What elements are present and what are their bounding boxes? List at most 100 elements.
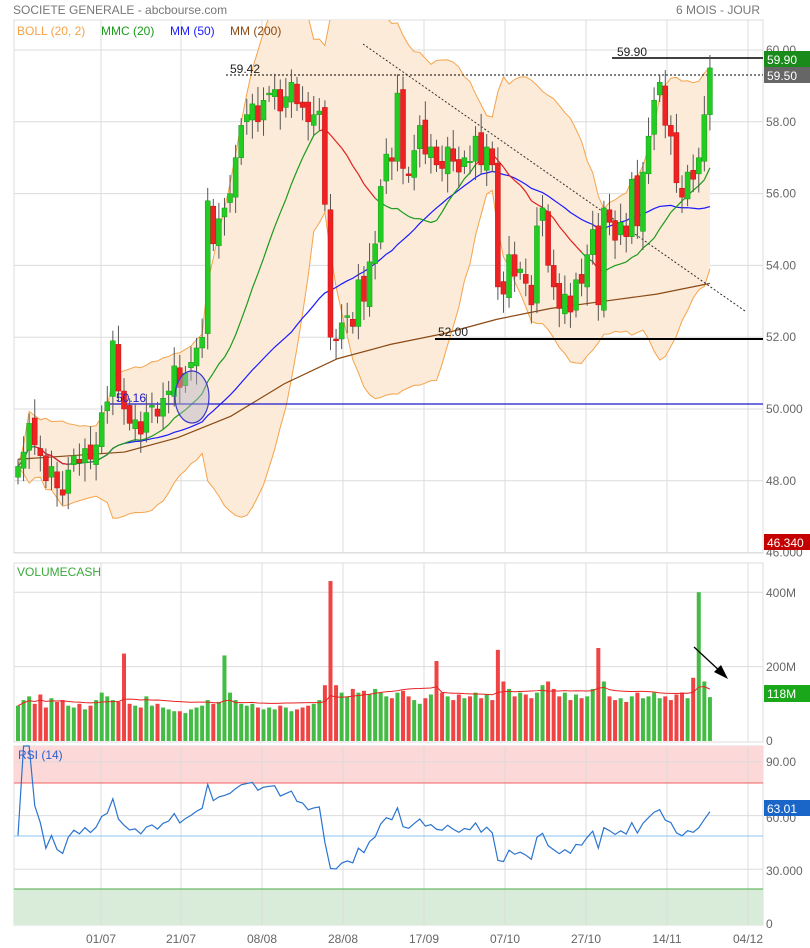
candle [411,150,417,178]
annotation-50-16: 50.16 [116,391,146,405]
volume-bar [334,685,339,741]
candle [322,107,328,205]
chart-title: SOCIETE GENERALE - abcbourse.com [13,3,227,17]
candle [294,83,300,105]
volume-bar [127,703,132,741]
candle [126,405,133,424]
volume-bar [440,692,445,741]
volume-tick: 0 [766,734,773,748]
volume-bar [534,692,539,741]
price-tick: 54.00 [766,258,796,272]
rsi-tick: 90.00 [766,755,796,769]
volume-bar [635,692,640,741]
volume-bar [652,692,657,741]
volume-bar [166,709,171,741]
volume-bar [417,703,422,741]
volume-bar [490,700,495,741]
price-tag-high-text: 59.90 [767,53,797,67]
candle [98,412,105,447]
candle [143,412,150,433]
candle [696,157,702,175]
volume-bar [618,698,623,741]
volume-bar [585,696,590,741]
volume-bar [395,692,400,741]
volume-bar [423,698,428,741]
volume-bar [663,696,668,741]
volume-bar [250,703,255,741]
volume-bar [495,649,500,741]
volume-bar [66,705,71,741]
period-label[interactable]: 6 MOIS - JOUR [676,3,760,17]
volume-bar [27,696,32,741]
volume-bar [574,694,578,741]
volume-bar [194,707,199,741]
candle [232,157,239,198]
candle [54,471,60,489]
candle [545,211,551,266]
volume-bar [116,701,121,741]
date-tick: 08/08 [247,932,277,946]
volume-bar [596,648,601,741]
candle [405,173,412,176]
volume-bar [685,698,690,741]
candle [668,125,674,137]
volume-bar [82,709,87,741]
volume-bar [646,696,651,741]
volume-bar [601,681,606,741]
candle [640,171,646,232]
candle [617,222,624,236]
volume-bar [272,709,277,741]
candle [400,89,406,169]
volume-bar [138,707,143,741]
volume-bar [99,692,104,741]
volume-bar [133,705,138,741]
volume-bar [233,700,238,741]
candle [417,125,423,149]
candle [310,114,317,126]
volume-bar [278,705,283,741]
volume-bar [624,701,629,741]
price-tick: 50.000 [766,402,803,416]
candle [506,254,512,298]
volume-bar [255,707,260,741]
rsi-tick: 0 [766,917,773,931]
candle [31,417,38,446]
volume-bar [445,696,450,741]
legend-boll: BOLL (20, 2) [17,24,85,38]
candle [43,455,49,482]
candle [59,489,66,496]
rsi-title: RSI (14) [18,748,63,762]
volume-bar [674,694,679,741]
candle [227,193,233,203]
volume-bar [222,655,227,741]
candle [422,119,429,155]
mmc20-segment [62,463,69,465]
volume-bar [295,709,299,741]
volume-tick: 400M [766,586,796,600]
candle [71,455,77,465]
volume-bar [434,661,439,741]
candle [199,336,205,349]
candle [338,322,345,340]
candle [48,466,55,478]
volume-bar [540,685,545,741]
candle [132,419,138,429]
annotation-59-90: 59.90 [617,45,647,59]
volume-bar [378,692,383,741]
volume-bar [657,698,662,741]
candle [495,162,501,288]
candle [283,96,289,108]
candle [433,146,440,166]
candle [327,209,334,338]
volume-bar [702,681,707,741]
candle [394,92,401,162]
candle [589,229,596,255]
volume-bar [384,696,389,741]
candle [193,347,200,367]
volume-bar [322,685,327,741]
stock-chart: SOCIETE GENERALE - abcbourse.com 6 MOIS … [13,3,810,946]
candle [383,153,390,182]
candle [350,319,356,327]
volume-bar [406,696,411,741]
candle [344,315,350,318]
